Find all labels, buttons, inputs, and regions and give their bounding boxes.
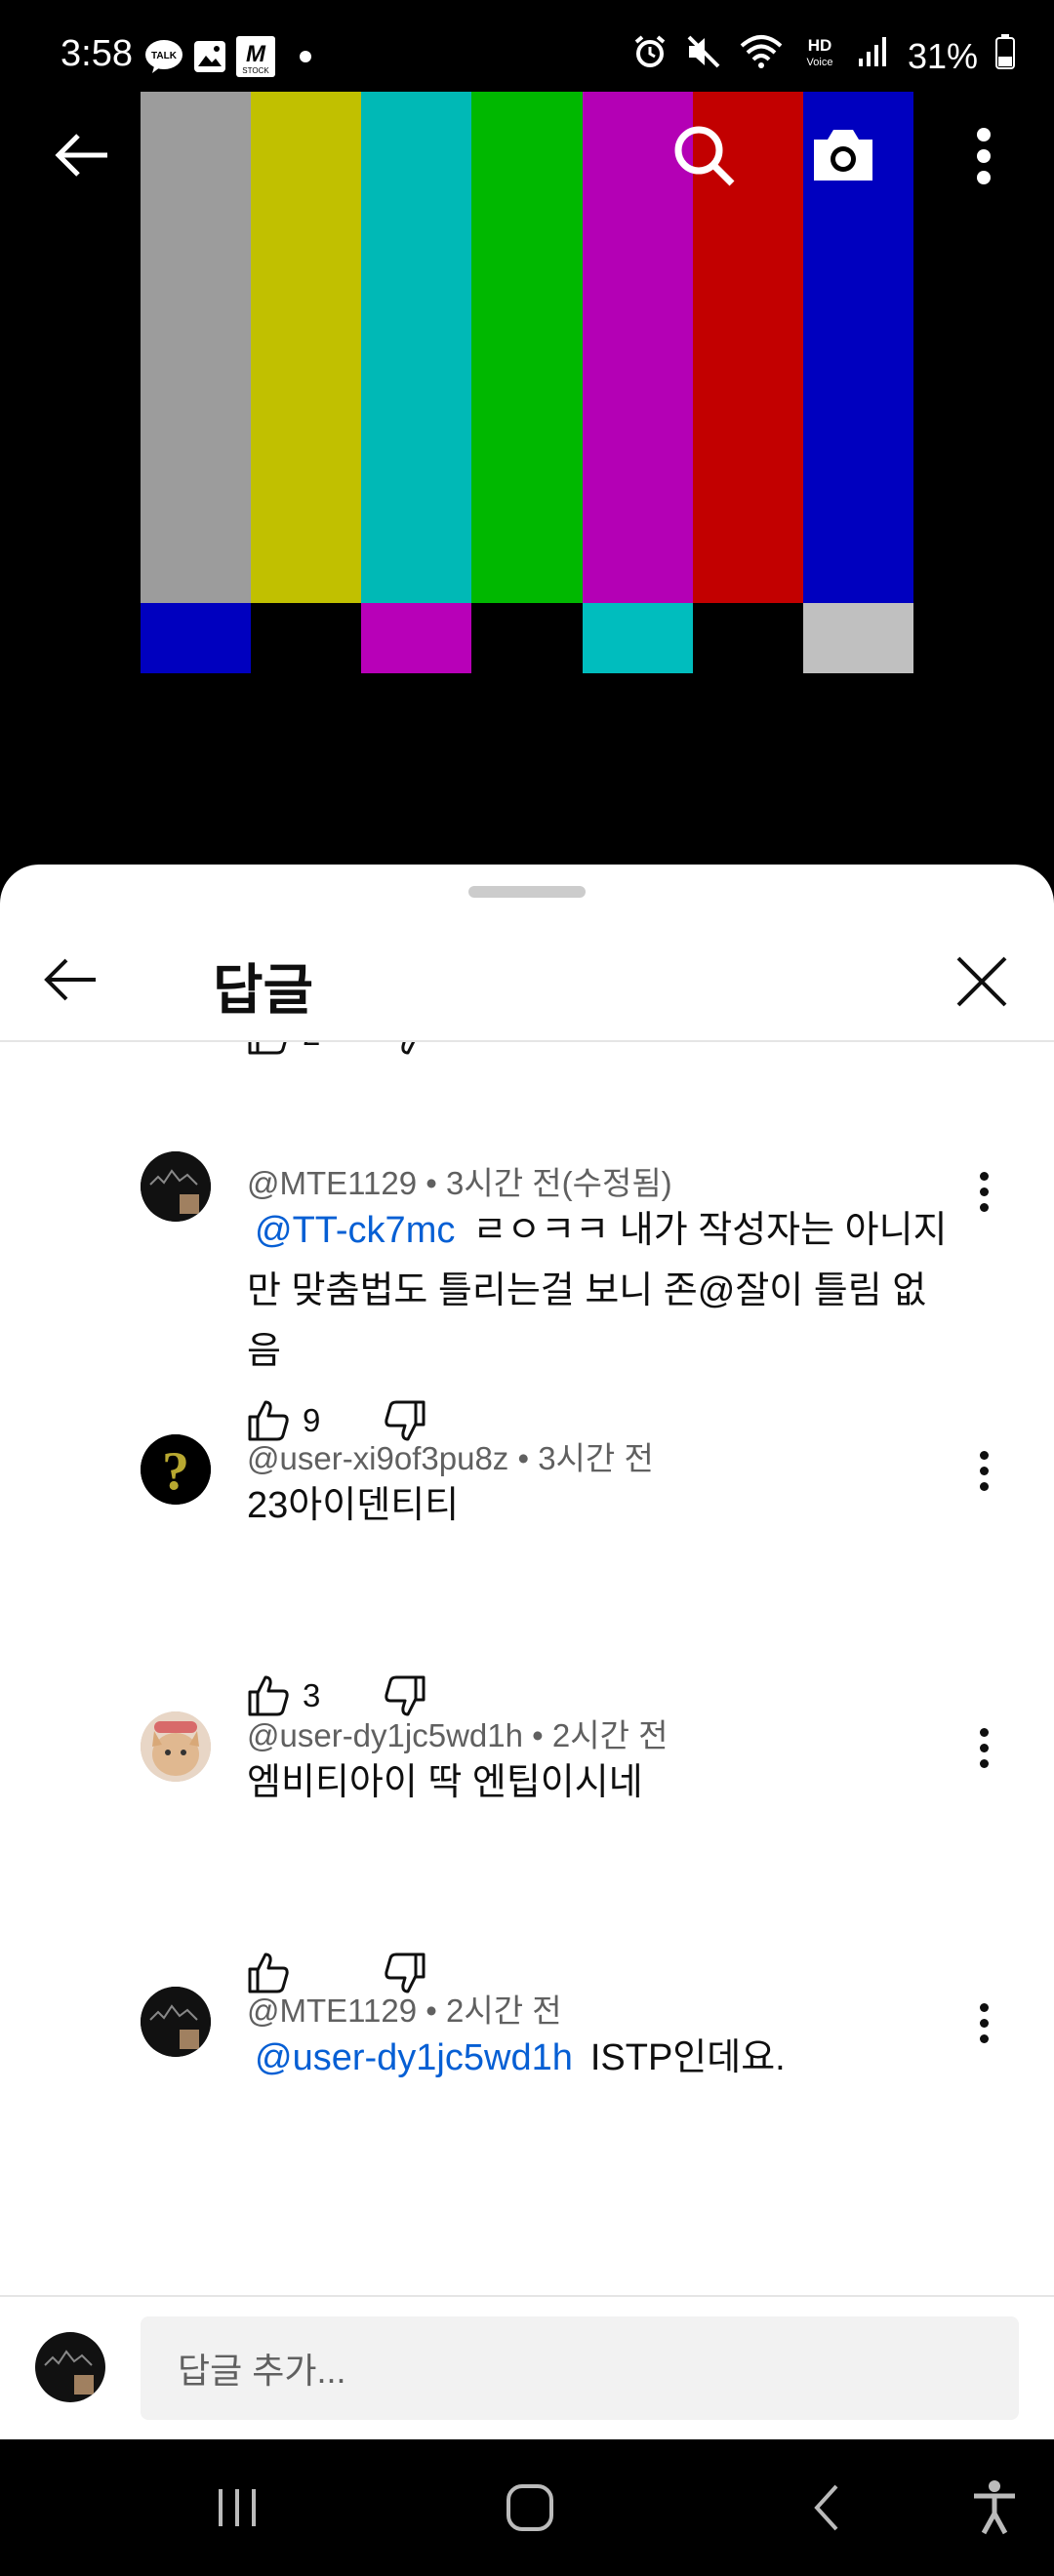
comment-text: ISTP인데요. bbox=[589, 2037, 786, 2078]
color-bars-bottom bbox=[141, 673, 913, 863]
color-bar bbox=[141, 603, 252, 673]
dislike-icon[interactable] bbox=[381, 1042, 429, 1059]
voice-text: Voice bbox=[806, 57, 832, 68]
comment-list: 2 @MTE1129 • 3시간 전(수정됨) @TT-ck7mcㄹㅇㅋㅋ 내가… bbox=[0, 1042, 1054, 2184]
wifi-icon bbox=[740, 34, 783, 78]
gallery-icon bbox=[193, 37, 226, 76]
comment-author[interactable]: @MTE1129 bbox=[247, 1992, 417, 2029]
close-icon[interactable] bbox=[954, 954, 1009, 1009]
reply-input[interactable]: 답글 추가... bbox=[141, 2316, 1019, 2420]
comment-author[interactable]: @MTE1129 bbox=[247, 1165, 417, 1201]
comment-time: • 3시간 전(수정됨) bbox=[417, 1165, 672, 1201]
color-bar bbox=[802, 603, 913, 673]
avatar[interactable] bbox=[141, 1711, 211, 1782]
hd-text: HD bbox=[808, 36, 832, 55]
comment-mention[interactable]: @user-dy1jc5wd1h bbox=[255, 2037, 573, 2078]
comment-text: 엠비티아이 딱 엔팁이시네 bbox=[247, 1762, 643, 1803]
dot-icon bbox=[299, 37, 312, 76]
back-icon[interactable] bbox=[792, 2478, 861, 2537]
comment-time: • 2시간 전 bbox=[522, 1717, 669, 1753]
hd-voice-icon: HD Voice bbox=[800, 33, 839, 79]
comment-meta: @MTE1129 • 3시간 전(수정됨) bbox=[247, 1157, 672, 1204]
comment-body: 엠비티아이 딱 엔팁이시네 bbox=[247, 1752, 959, 1813]
avatar[interactable]: ? bbox=[141, 1434, 211, 1505]
comment-menu-icon[interactable] bbox=[964, 1446, 1003, 1495]
my-avatar bbox=[35, 2332, 105, 2402]
reply-composer: 답글 추가... bbox=[0, 2295, 1054, 2439]
like-icon[interactable] bbox=[244, 1042, 293, 1059]
color-bar bbox=[692, 603, 803, 673]
avatar[interactable] bbox=[141, 1987, 211, 2057]
comment-meta: @MTE1129 • 2시간 전 bbox=[247, 1985, 562, 2032]
accessibility-icon[interactable] bbox=[960, 2478, 1029, 2537]
talk-text: TALK bbox=[151, 51, 178, 61]
color-bars-middle bbox=[141, 603, 913, 673]
back-arrow-icon[interactable] bbox=[51, 131, 113, 180]
comment-text: 23아이덴티티 bbox=[247, 1485, 460, 1526]
arrow-left-icon[interactable] bbox=[41, 950, 100, 1009]
sheet-title: 답글 bbox=[213, 959, 314, 1021]
mute-icon bbox=[685, 34, 722, 78]
comment-time: • 3시간 전 bbox=[508, 1440, 654, 1476]
like-count: 2 bbox=[303, 1042, 381, 1053]
search-icon[interactable] bbox=[669, 121, 738, 189]
mstock-sub: STOCK bbox=[242, 66, 269, 75]
video-top-controls bbox=[0, 92, 1054, 219]
recent-apps-icon[interactable] bbox=[203, 2478, 271, 2537]
battery-icon bbox=[995, 34, 1015, 78]
comment-mention[interactable]: @TT-ck7mc bbox=[255, 1210, 455, 1251]
mstock-text: M bbox=[246, 41, 266, 67]
comment-author[interactable]: @user-xi9of3pu8z bbox=[247, 1440, 508, 1476]
comment-meta: @user-xi9of3pu8z • 3시간 전 bbox=[247, 1432, 654, 1479]
home-icon[interactable] bbox=[496, 2478, 564, 2537]
comment-menu-icon[interactable] bbox=[964, 1998, 1003, 2047]
system-nav-bar bbox=[0, 2439, 1054, 2576]
comment-actions: 2 bbox=[244, 1042, 429, 1064]
replies-sheet: 답글 2 @MTE1129 • 3시간 전(수정됨) @ bbox=[0, 865, 1054, 2439]
color-bar bbox=[582, 603, 693, 673]
signal-icon bbox=[857, 35, 890, 77]
color-bar bbox=[471, 603, 583, 673]
avatar[interactable] bbox=[141, 1151, 211, 1222]
mstock-icon: M STOCK bbox=[236, 36, 275, 77]
drag-handle[interactable] bbox=[468, 886, 586, 898]
kakaotalk-icon: TALK bbox=[144, 37, 183, 76]
battery-percent: 31% bbox=[907, 35, 978, 76]
color-bar bbox=[251, 603, 362, 673]
camera-icon[interactable] bbox=[808, 123, 878, 187]
comment-body: @TT-ck7mc ㄹㅇㅋㅋ 내가 작성자는 아니지만 맞춤법도 틀리는걸 보니 … bbox=[247, 1200, 959, 1382]
comment-body: 23아이덴티티 bbox=[247, 1475, 959, 1536]
comment-author[interactable]: @user-dy1jc5wd1h bbox=[247, 1717, 523, 1753]
sheet-header: 답글 bbox=[0, 904, 1054, 1042]
comment-meta: @user-dy1jc5wd1h • 2시간 전 bbox=[247, 1710, 668, 1756]
comment-menu-icon[interactable] bbox=[964, 1723, 1003, 1772]
comment-time: • 2시간 전 bbox=[417, 1992, 562, 2029]
alarm-icon bbox=[632, 34, 668, 78]
comment-body: @user-dy1jc5wd1h ISTP인데요. bbox=[247, 2028, 959, 2088]
more-options-icon[interactable] bbox=[966, 125, 1001, 187]
color-bar bbox=[361, 603, 472, 673]
svg-text:?: ? bbox=[162, 1441, 189, 1502]
comment-menu-icon[interactable] bbox=[964, 1167, 1003, 1216]
status-time: 3:58 bbox=[61, 33, 133, 74]
